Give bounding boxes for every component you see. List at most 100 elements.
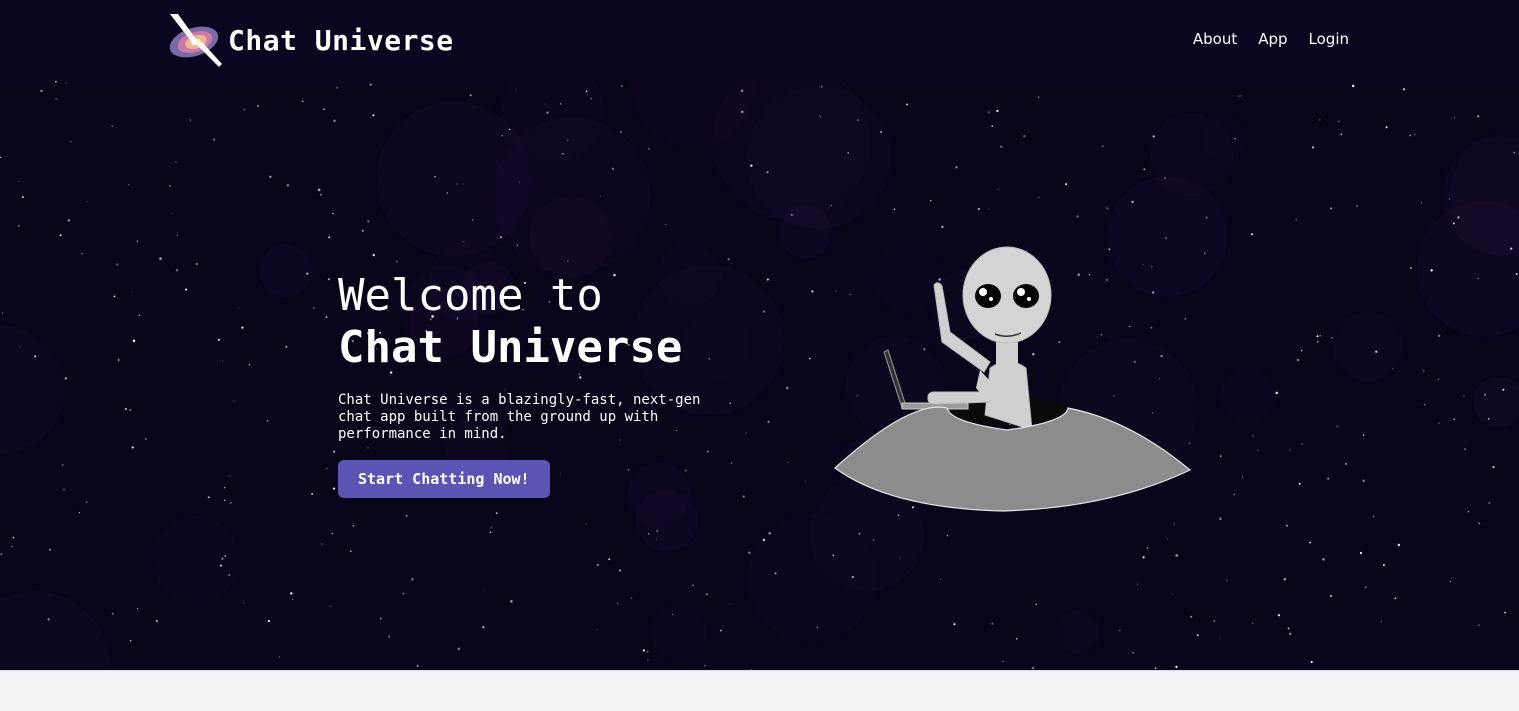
star	[229, 475, 231, 477]
star	[1287, 627, 1290, 630]
star	[1385, 126, 1388, 129]
star	[349, 550, 352, 553]
star	[217, 338, 220, 341]
star	[40, 89, 43, 93]
star	[742, 495, 745, 498]
star	[720, 629, 722, 632]
star	[762, 310, 766, 313]
star	[1023, 135, 1026, 138]
star	[1154, 667, 1157, 669]
star	[1362, 479, 1365, 483]
star	[1483, 393, 1487, 396]
star	[585, 523, 587, 525]
star	[67, 219, 70, 222]
star	[1002, 661, 1004, 662]
star	[463, 241, 465, 243]
star	[559, 103, 562, 105]
star	[500, 236, 502, 239]
star	[1076, 215, 1079, 218]
star	[1449, 580, 1452, 582]
star	[1175, 554, 1178, 557]
nebula-blotch	[259, 244, 313, 297]
star	[1233, 493, 1236, 496]
star	[301, 100, 304, 103]
star	[510, 600, 513, 603]
nebula-blotch	[152, 515, 240, 603]
star	[768, 532, 771, 535]
star	[361, 230, 364, 232]
nav-login-link[interactable]: Login	[1309, 30, 1349, 48]
star	[1319, 119, 1321, 121]
star	[1438, 422, 1440, 424]
star	[1285, 524, 1289, 527]
nav-about-link[interactable]: About	[1193, 30, 1237, 48]
star	[1035, 603, 1037, 605]
star	[17, 224, 20, 227]
star	[241, 326, 244, 329]
star	[619, 130, 622, 134]
star	[847, 152, 850, 154]
star	[1250, 233, 1254, 236]
star	[616, 602, 619, 605]
star	[228, 574, 230, 576]
star	[456, 183, 458, 185]
star	[0, 156, 2, 159]
star	[1172, 593, 1174, 595]
star	[416, 664, 419, 667]
star	[585, 90, 588, 93]
star	[185, 288, 188, 291]
star	[278, 656, 280, 658]
star	[1239, 95, 1241, 97]
star	[704, 665, 706, 667]
star	[131, 291, 133, 293]
star	[899, 557, 901, 559]
star	[155, 619, 159, 623]
star	[1453, 418, 1456, 421]
star	[1454, 116, 1456, 118]
star	[619, 569, 622, 572]
star	[1513, 151, 1516, 154]
nebula-blotch	[1473, 376, 1519, 428]
brand-link[interactable]: Chat Universe	[168, 12, 454, 68]
star	[137, 607, 139, 609]
star	[856, 119, 860, 122]
star	[1359, 551, 1363, 555]
star	[1464, 448, 1466, 451]
star	[48, 548, 51, 551]
star	[1414, 133, 1416, 135]
star	[1488, 502, 1491, 504]
star	[81, 253, 83, 255]
star	[648, 533, 650, 535]
star	[1298, 482, 1301, 485]
star	[600, 195, 601, 197]
star	[242, 602, 244, 604]
star	[1467, 510, 1470, 513]
nebula-blotch	[1333, 312, 1403, 382]
star	[446, 192, 448, 194]
star	[332, 213, 334, 215]
star	[750, 164, 753, 167]
star	[1331, 337, 1333, 339]
star	[1430, 269, 1433, 272]
star	[987, 111, 990, 114]
star	[1031, 666, 1035, 670]
nebula-blotch	[1057, 610, 1100, 654]
star	[111, 125, 113, 128]
star	[405, 514, 408, 517]
star	[977, 207, 980, 210]
star	[1106, 207, 1109, 210]
star	[1241, 476, 1244, 478]
star	[233, 400, 235, 402]
nav-app-link[interactable]: App	[1258, 30, 1287, 48]
nebula-blotch	[1150, 113, 1234, 197]
star	[379, 617, 382, 620]
star	[567, 260, 569, 262]
star	[1143, 168, 1146, 171]
star	[1296, 358, 1300, 362]
star	[321, 543, 323, 545]
start-chatting-button[interactable]: Start Chatting Now!	[338, 460, 550, 498]
star	[1310, 660, 1313, 664]
star	[1391, 368, 1393, 370]
star	[248, 363, 251, 366]
star	[988, 208, 990, 210]
